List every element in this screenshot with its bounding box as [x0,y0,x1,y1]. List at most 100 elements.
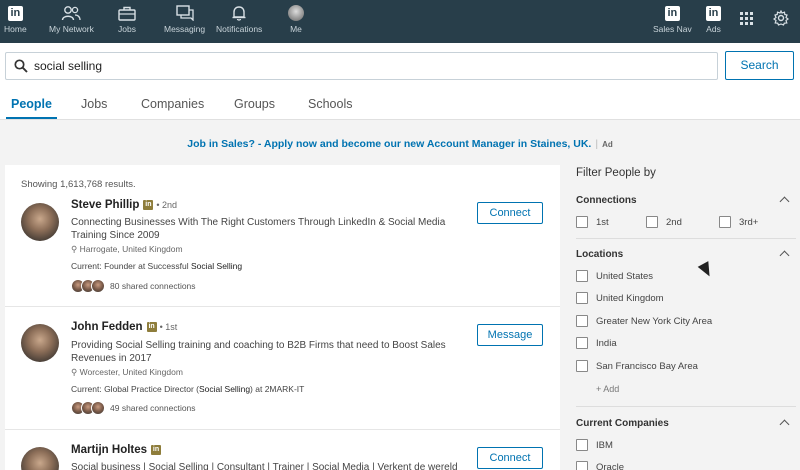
search-field[interactable] [5,52,718,80]
nav-ads[interactable]: in Ads [706,0,721,43]
current-prefix: Current: Global Practice Director ( [71,384,200,394]
current-suffix: ) at 2MARK-IT [250,384,305,394]
result-card: Martijn Holtes in Social business | Soci… [5,429,560,470]
chevron-up-icon[interactable] [779,250,790,261]
nav-me[interactable]: Me [288,0,304,43]
results-count: Showing 1,613,768 results. [21,179,136,190]
filter-connections-heading: Connections [576,195,637,206]
filter-option-label: 3rd+ [739,216,759,228]
current-prefix: Current: Founder at Successful [71,261,192,271]
nav-home[interactable]: in Home [4,0,27,43]
filter-option-location[interactable]: Greater New York City Area [576,315,712,327]
filter-option-label: IBM [596,439,613,451]
shared-connections[interactable]: 80 shared connections [71,279,196,293]
ad-tag: Ad [602,140,613,149]
filter-locations-header[interactable]: Locations [576,249,796,263]
profile-headline: Providing Social Selling training and co… [71,340,446,364]
filter-option-company[interactable]: Oracle [576,461,624,470]
shared-connections[interactable]: 49 shared connections [71,401,196,415]
checkbox[interactable] [646,216,658,228]
tab-jobs[interactable]: Jobs [81,89,107,119]
settings-button[interactable] [773,0,789,43]
chat-icon [175,4,194,22]
profile-photo[interactable] [21,203,59,241]
filter-option-location[interactable]: United States [576,270,653,282]
filter-locations: Locations [576,249,796,263]
profile-photo[interactable] [21,324,59,362]
checkbox[interactable] [576,439,588,451]
ad-link[interactable]: Job in Sales? - Apply now and become our… [187,138,591,150]
nav-my-network[interactable]: My Network [49,0,94,43]
apps-grid-button[interactable] [740,0,753,43]
checkbox[interactable] [576,292,588,304]
tab-people[interactable]: People [6,89,57,119]
divider [576,406,796,407]
filter-option-label: San Francisco Bay Area [596,360,698,372]
filter-title: Filter People by [576,167,656,179]
chevron-up-icon[interactable] [779,196,790,207]
chevron-up-icon[interactable] [779,419,790,430]
profile-location: ⚲ Worcester, United Kingdom [71,367,183,378]
profile-name-link[interactable]: Martijn Holtes [71,444,147,456]
nav-messaging-label: Messaging [164,24,206,34]
filter-option-1st[interactable]: 1st [576,216,609,228]
nav-jobs-label: Jobs [118,24,136,34]
message-button[interactable]: Message [477,324,543,346]
add-location-button[interactable]: + Add [596,384,619,394]
connect-button[interactable]: Connect [477,202,543,224]
profile-headline: Connecting Businesses With The Right Cus… [71,217,446,241]
filter-option-location[interactable]: San Francisco Bay Area [576,360,698,372]
filter-companies-header[interactable]: Current Companies [576,418,796,432]
checkbox[interactable] [576,360,588,372]
name-row: Martijn Holtes in [71,444,162,456]
bell-icon [231,4,247,22]
filter-option-location[interactable]: India [576,337,617,349]
linkedin-logo-icon: in [706,5,721,21]
connection-degree: • 2nd [156,200,178,210]
current-highlight: Social Selling [191,261,243,271]
filter-connections-header[interactable]: Connections [576,195,796,209]
filter-panel: Filter People by Connections 1st 2nd 3rd… [560,155,800,470]
profile-photo[interactable] [21,447,59,470]
filter-option-label: 1st [596,216,609,228]
checkbox[interactable] [576,270,588,282]
location-pin-icon: ⚲ [71,367,80,377]
filter-option-3rd-plus[interactable]: 3rd+ [719,216,758,228]
filter-option-label: 2nd [666,216,682,228]
top-nav: in Home My Network Jobs Messaging Notifi… [0,0,800,43]
people-icon [61,4,82,22]
current-position: Current: Global Practice Director (Socia… [71,384,304,394]
shared-connections-count[interactable]: 80 shared connections [110,281,196,291]
checkbox[interactable] [576,337,588,349]
search-button[interactable]: Search [725,51,794,80]
checkbox[interactable] [576,461,588,470]
tab-schools[interactable]: Schools [308,89,352,119]
checkbox[interactable] [576,315,588,327]
connect-button[interactable]: Connect [477,447,543,469]
gear-icon [773,9,789,31]
linkedin-premium-icon: in [146,322,157,332]
ad-banner: Job in Sales? - Apply now and become our… [0,138,800,150]
checkbox[interactable] [719,216,731,228]
search-bar: Search [0,43,800,89]
nav-messaging[interactable]: Messaging [164,0,205,43]
profile-name-link[interactable]: John Fedden [71,321,143,333]
filter-locations-heading: Locations [576,249,624,260]
filter-option-2nd[interactable]: 2nd [646,216,682,228]
nav-sales-nav[interactable]: in Sales Nav [653,0,692,43]
filter-option-label: Oracle [596,461,624,470]
tab-groups[interactable]: Groups [234,89,275,119]
nav-notifications[interactable]: Notifications [216,0,262,43]
filter-option-location[interactable]: United Kingdom [576,292,664,304]
filter-option-company[interactable]: IBM [576,439,613,451]
tab-companies[interactable]: Companies [141,89,204,119]
search-input[interactable] [34,57,634,75]
filter-current-companies: Current Companies [576,418,796,432]
apps-grid-icon [740,12,753,25]
location-text: Harrogate, United Kingdom [79,244,183,254]
checkbox[interactable] [576,216,588,228]
profile-location: ⚲ Harrogate, United Kingdom [71,244,183,255]
nav-jobs[interactable]: Jobs [118,0,136,43]
shared-connections-count[interactable]: 49 shared connections [110,403,196,413]
profile-name-link[interactable]: Steve Phillip [71,199,139,211]
